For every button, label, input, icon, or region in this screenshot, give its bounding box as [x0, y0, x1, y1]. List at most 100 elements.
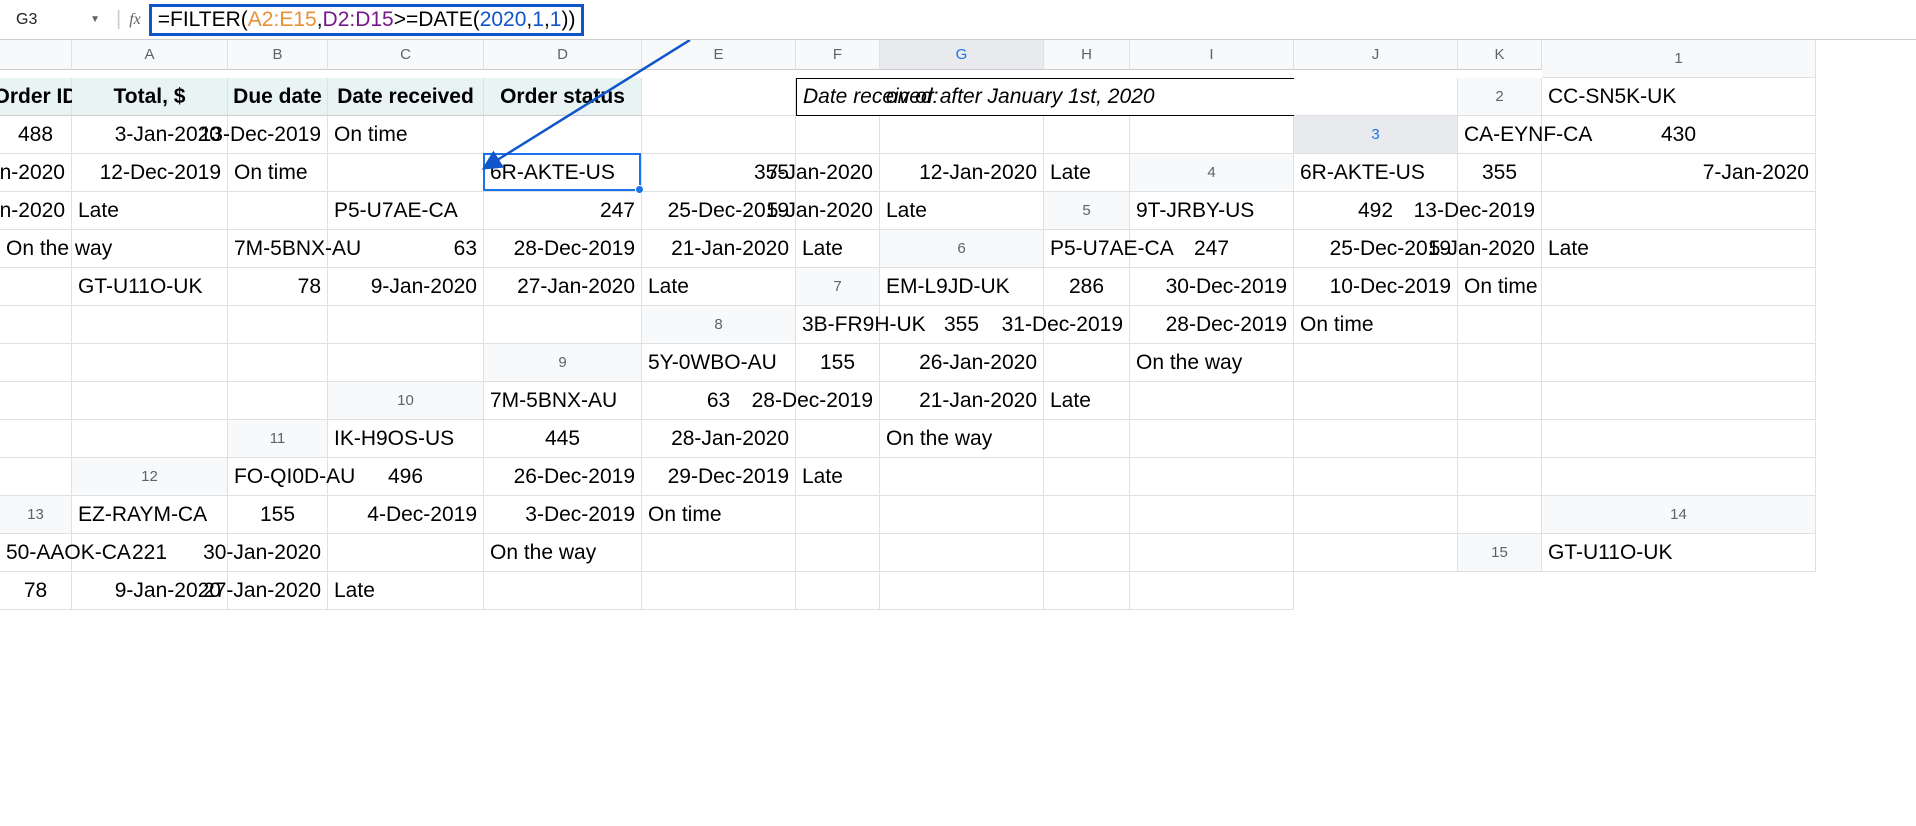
cell-K5[interactable]: Late: [796, 230, 880, 268]
cell-A8[interactable]: 3B-FR9H-UK: [796, 306, 880, 344]
cell-I3[interactable]: 7-Jan-2020: [796, 154, 880, 192]
cell-G8[interactable]: [1542, 306, 1816, 344]
cell-J14[interactable]: [1130, 534, 1294, 572]
col-header-B[interactable]: B: [228, 40, 328, 70]
cell-H6[interactable]: 78: [228, 268, 328, 306]
cell-G3[interactable]: 6R-AKTE-US: [484, 154, 642, 192]
cell-A5[interactable]: 9T-JRBY-US: [1130, 192, 1294, 230]
cell-G5[interactable]: 7M-5BNX-AU: [228, 230, 328, 268]
cell-I6[interactable]: 9-Jan-2020: [328, 268, 484, 306]
cell-E9[interactable]: On the way: [1130, 344, 1294, 382]
col-header-J[interactable]: J: [1294, 40, 1458, 70]
spreadsheet-grid[interactable]: A B C D E F G H I J K 1 Order ID Total, …: [0, 40, 1916, 610]
cell-C12[interactable]: 26-Dec-2019: [484, 458, 642, 496]
cell-D15[interactable]: 27-Jan-2020: [228, 572, 328, 610]
select-all-corner[interactable]: [0, 40, 72, 70]
chevron-down-icon[interactable]: ▼: [90, 14, 100, 25]
row-header-10[interactable]: 10: [328, 382, 484, 420]
cell-D10[interactable]: 21-Jan-2020: [880, 382, 1044, 420]
cell-E10[interactable]: Late: [1044, 382, 1130, 420]
cell-B9[interactable]: 155: [796, 344, 880, 382]
cell-F2[interactable]: [484, 116, 642, 154]
cell-F15[interactable]: [484, 572, 642, 610]
row-header-11[interactable]: 11: [228, 420, 328, 458]
cell-I8[interactable]: [72, 344, 228, 382]
cell-I7[interactable]: [228, 306, 328, 344]
row-header-2[interactable]: 2: [1458, 78, 1542, 116]
cell-G15[interactable]: [642, 572, 796, 610]
cell-C8[interactable]: 31-Dec-2019: [1044, 306, 1130, 344]
cell-G6[interactable]: GT-U11O-UK: [72, 268, 228, 306]
cell-H14[interactable]: [880, 534, 1044, 572]
cell-J3[interactable]: 12-Jan-2020: [880, 154, 1044, 192]
cell-E12[interactable]: Late: [796, 458, 880, 496]
cell-D3[interactable]: 12-Dec-2019: [72, 154, 228, 192]
cell-C7[interactable]: 30-Dec-2019: [1130, 268, 1294, 306]
row-header-14[interactable]: 14: [1542, 496, 1816, 534]
cell-I9[interactable]: [0, 382, 72, 420]
cell-F3[interactable]: [328, 154, 484, 192]
cell-D1[interactable]: Date received: [328, 78, 484, 116]
cell-E4[interactable]: Late: [72, 192, 228, 230]
col-header-G[interactable]: G: [880, 40, 1044, 70]
cell-K6[interactable]: Late: [642, 268, 796, 306]
cell-F1[interactable]: [642, 78, 796, 116]
cell-E7[interactable]: On time: [1458, 268, 1542, 306]
cell-A14[interactable]: 50-AAOK-CA: [0, 534, 72, 572]
cell-D7[interactable]: 10-Dec-2019: [1294, 268, 1458, 306]
cell-C11[interactable]: 28-Jan-2020: [642, 420, 796, 458]
cell-B7[interactable]: 286: [1044, 268, 1130, 306]
cell-C13[interactable]: 4-Dec-2019: [328, 496, 484, 534]
cell-J8[interactable]: [228, 344, 328, 382]
cell-C1[interactable]: Due date: [228, 78, 328, 116]
cell-D14[interactable]: [328, 534, 484, 572]
cell-B4[interactable]: 355: [1458, 154, 1542, 192]
cell-E2[interactable]: On time: [328, 116, 484, 154]
cell-K4[interactable]: Late: [880, 192, 1044, 230]
cell-B13[interactable]: 155: [228, 496, 328, 534]
row-header-4[interactable]: 4: [1130, 154, 1294, 192]
cell-C14[interactable]: 30-Jan-2020: [228, 534, 328, 572]
cell-J15[interactable]: [1044, 572, 1130, 610]
cell-A11[interactable]: IK-H9OS-US: [328, 420, 484, 458]
cell-F5[interactable]: [72, 230, 228, 268]
cell-A4[interactable]: 6R-AKTE-US: [1294, 154, 1458, 192]
cell-G9[interactable]: [1458, 344, 1542, 382]
cell-K13[interactable]: [1458, 496, 1542, 534]
cell-B3[interactable]: 430: [1542, 116, 1816, 154]
cell-J4[interactable]: 5-Jan-2020: [796, 192, 880, 230]
col-header-E[interactable]: E: [642, 40, 796, 70]
cell-F4[interactable]: [228, 192, 328, 230]
cell-F14[interactable]: [642, 534, 796, 572]
cell-A15[interactable]: GT-U11O-UK: [1542, 534, 1816, 572]
row-header-5[interactable]: 5: [1044, 192, 1130, 230]
cell-I2[interactable]: [880, 116, 1044, 154]
cell-D4[interactable]: 12-Jan-2020: [0, 192, 72, 230]
cell-A3[interactable]: CA-EYNF-CA: [1458, 116, 1542, 154]
cell-G13[interactable]: [880, 496, 1044, 534]
cell-H15[interactable]: [796, 572, 880, 610]
cell-H5[interactable]: 63: [328, 230, 484, 268]
cell-D12[interactable]: 29-Dec-2019: [642, 458, 796, 496]
cell-D6[interactable]: 5-Jan-2020: [1458, 230, 1542, 268]
cell-G7[interactable]: [0, 306, 72, 344]
cell-I12[interactable]: [1294, 458, 1458, 496]
cell-F6[interactable]: [0, 268, 72, 306]
cell-J10[interactable]: [0, 420, 72, 458]
cell-H9[interactable]: [1542, 344, 1816, 382]
row-header-15[interactable]: 15: [1458, 534, 1542, 572]
cell-A10[interactable]: 7M-5BNX-AU: [484, 382, 642, 420]
name-box[interactable]: G3 ▼: [8, 6, 108, 34]
cell-C9[interactable]: 26-Jan-2020: [880, 344, 1044, 382]
cell-J2[interactable]: [1044, 116, 1130, 154]
cell-G11[interactable]: [1130, 420, 1294, 458]
cell-H13[interactable]: [1044, 496, 1130, 534]
cell-D5[interactable]: [1542, 192, 1816, 230]
col-header-I[interactable]: I: [1130, 40, 1294, 70]
cell-K1[interactable]: [1294, 78, 1458, 116]
cell-H7[interactable]: [72, 306, 228, 344]
cell-A1[interactable]: Order ID: [0, 78, 72, 116]
cell-K2[interactable]: [1130, 116, 1294, 154]
cell-F9[interactable]: [1294, 344, 1458, 382]
cell-C10[interactable]: 28-Dec-2019: [796, 382, 880, 420]
